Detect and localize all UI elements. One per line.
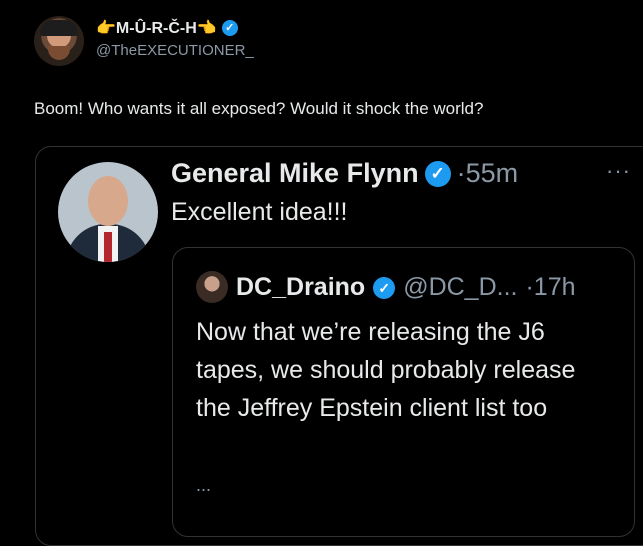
- author-display-name[interactable]: 👉M-Û-R-Č-H👈: [96, 18, 217, 38]
- author-avatar[interactable]: [34, 16, 84, 66]
- author-name-row[interactable]: 👉M-Û-R-Č-H👈 ✓: [96, 18, 238, 38]
- nested-author-avatar[interactable]: [196, 271, 228, 303]
- avatar-tie: [104, 232, 112, 262]
- nested-quote-text: Now that we’re releasing the J6 tapes, w…: [196, 318, 576, 422]
- avatar-face: [88, 176, 128, 226]
- quoted-author-row: General Mike Flynn ✓ ·55m: [171, 158, 518, 189]
- nested-timestamp[interactable]: ·17h: [525, 273, 575, 302]
- nested-author-row: DC_Draino ✓ @DC_D... ·17h: [236, 273, 576, 302]
- show-more-ellipsis[interactable]: ...: [196, 475, 211, 496]
- avatar-beard: [48, 46, 70, 60]
- quoted-author-avatar[interactable]: [58, 162, 158, 262]
- avatar-cap: [40, 20, 78, 36]
- more-options-icon[interactable]: ···: [606, 158, 631, 184]
- quoted-tweet-text: Excellent idea!!!: [171, 198, 348, 226]
- quoted-author-name[interactable]: General Mike Flynn: [171, 158, 419, 189]
- quoted-timestamp[interactable]: ·55m: [457, 158, 519, 189]
- author-handle[interactable]: @TheEXECUTIONER_: [96, 42, 254, 59]
- tweet-text: Boom! Who wants it all exposed? Would it…: [34, 99, 484, 118]
- verified-badge-icon: ✓: [424, 160, 451, 187]
- nested-author-name[interactable]: DC_Draino: [236, 273, 365, 302]
- nested-author-handle[interactable]: @DC_D...: [403, 273, 517, 302]
- verified-badge-icon: ✓: [373, 276, 396, 299]
- verified-badge-icon: ✓: [221, 20, 238, 36]
